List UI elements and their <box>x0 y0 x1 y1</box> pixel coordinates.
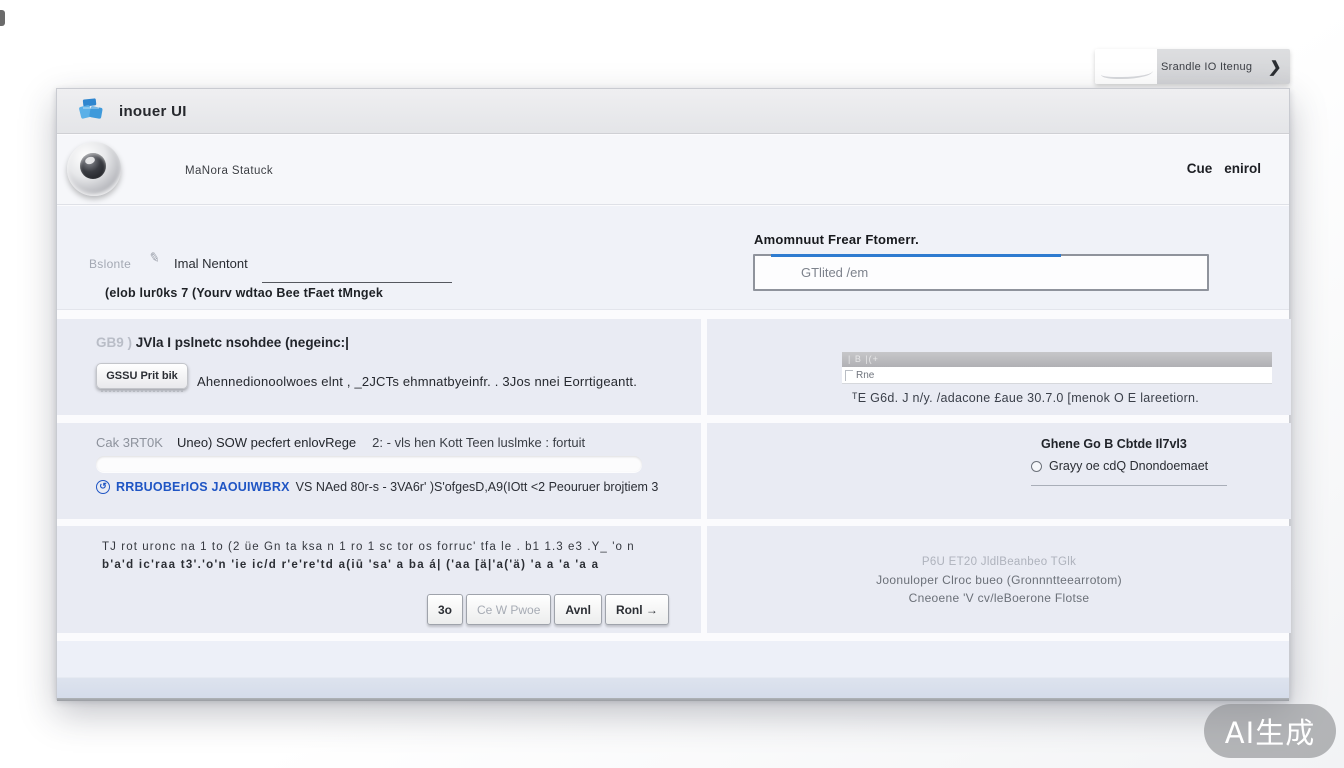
network-heading-main: Uneo) SOW pecfert enlovRege <box>177 435 356 450</box>
button-3o[interactable]: 3o <box>427 594 463 625</box>
radio-icon[interactable] <box>1031 461 1042 472</box>
field-subtext: (elob lur0ks 7 (Yourv wdtao Bee tFaet tM… <box>105 286 383 300</box>
swoosh-icon <box>1095 49 1157 84</box>
header-action-cue[interactable]: Cue <box>1187 161 1213 176</box>
window-titlebar: inouer UI <box>57 89 1289 134</box>
choice-radio-label: Grayy oe cdQ Dnondoemaet <box>1049 459 1208 473</box>
chevron-right-icon[interactable]: ❯ <box>1268 58 1283 76</box>
build-action-button[interactable]: GSSU Prit bik <box>96 363 188 389</box>
button-avnl[interactable]: Avnl <box>554 594 602 625</box>
panel-network: Cak 3RT0K Uneo) SOW pecfert enlovRege 2: -… <box>57 423 701 519</box>
version-caption: ᵀE G6d. J n/y. /adacone £aue 30.7.0 [men… <box>852 391 1199 405</box>
network-input-pill[interactable] <box>96 456 642 472</box>
orb-button[interactable] <box>67 142 121 196</box>
window-footer-strip <box>57 677 1289 698</box>
build-description: Ahennedionoolwoes elnt , _2JCTs ehmnatby… <box>197 374 637 389</box>
credits-line3: Cneoene 'V cv/leBoerone Flotse <box>707 591 1291 605</box>
button-ce-w-pwoe[interactable]: Ce W Pwoe <box>466 594 551 625</box>
window-footer <box>57 641 1289 677</box>
network-heading-muted: Cak 3RT0K <box>96 435 163 450</box>
mini-toolbar[interactable]: Srandle IO Itenug ❯ <box>1095 49 1290 84</box>
app-cube-icon <box>77 97 105 125</box>
build-heading-main: JVla I pslnetc nsohdee (negeinc:| <box>132 335 349 350</box>
screen-edge-mark <box>0 10 5 26</box>
section-top-form: Bslonte ✎ Imal Nentont (elob lur0ks 7 (Y… <box>57 206 1289 310</box>
header-status-label: MaNora Statuck <box>185 165 273 177</box>
toolbar-label: Srandle IO Itenug <box>1161 61 1252 73</box>
amount-input-accent <box>771 254 1061 257</box>
choice-heading: Ghene Go B Cbtde Il7vl3 <box>1041 437 1187 451</box>
build-heading: GB9 ) JVla I pslnetc nsohdee (negeinc:| <box>96 335 349 350</box>
panel-terms: TJ rot uronc na 1 to (2 üe Gn ta ksa n 1… <box>57 526 701 633</box>
network-heading-tail: 2: - vls hen Kott Teen luslmke : fortuit <box>372 435 585 450</box>
button-ronl-next[interactable]: Ronl → <box>605 594 669 625</box>
network-link[interactable]: ↺ RRBUOBErIOS JAOUIWBRX VS NAed 80r-s - … <box>96 480 658 494</box>
network-link-bold[interactable]: RRBUOBErIOS JAOUIWBRX <box>116 480 290 494</box>
main-window: inouer UI MaNora Statuck Cue enirol Bslo… <box>56 88 1290 700</box>
header-action-enirol[interactable]: enirol <box>1224 161 1261 176</box>
terms-text-line2: b'a'd ic'raa t3'.'o'n 'ie ic/d r'e're'td… <box>102 559 662 571</box>
window-title: inouer UI <box>119 103 187 120</box>
choice-underline <box>1031 485 1227 486</box>
field-underline[interactable] <box>262 282 452 283</box>
choice-radio-option[interactable]: Grayy oe cdQ Dnondoemaet <box>1031 459 1208 473</box>
terms-text-line1: TJ rot uronc na 1 to (2 üe Gn ta ksa n 1… <box>102 541 662 553</box>
amount-input[interactable] <box>753 254 1209 291</box>
window-bottom-edge <box>57 698 1289 701</box>
network-link-rest: VS NAed 80r-s - 3VA6r' )S'ofgesD,A9(IOtt… <box>296 480 659 494</box>
credits-line2: Joonuloper Clroc bueo (Gronnntteearrotom… <box>707 573 1291 587</box>
panel-choice: Ghene Go B Cbtde Il7vl3 Grayy oe cdQ Dno… <box>707 423 1291 519</box>
terms-button-row: 3o Ce W Pwoe Avnl Ronl → <box>427 594 669 625</box>
ai-watermark-badge: AI生成 <box>1204 704 1336 758</box>
orb-glyph-icon <box>80 153 106 179</box>
build-heading-faded: GB9 ) <box>96 335 132 350</box>
refresh-circle-icon: ↺ <box>96 480 110 494</box>
panel-version: | B |(+ Rne ᵀE G6d. J n/y. /adacone £aue… <box>707 319 1291 415</box>
field-label-muted: Bslonte <box>89 257 131 271</box>
pencil-icon: ✎ <box>147 249 161 267</box>
panel-build: GB9 ) JVla I pslnetc nsohdee (negeinc:| … <box>57 319 701 415</box>
amount-label: Amomnuut Frear Ftomerr. <box>754 232 919 247</box>
version-progress-bar[interactable]: | B |(+ <box>842 352 1272 367</box>
panel-credits: P6U ET20 JldlBeanbeo TGlk Joonuloper Clr… <box>707 526 1291 633</box>
network-heading: Cak 3RT0K Uneo) SOW pecfert enlovRege 2: -… <box>96 435 585 450</box>
window-header: MaNora Statuck Cue enirol <box>57 135 1289 205</box>
credits-line1: P6U ET20 JldlBeanbeo TGlk <box>707 556 1291 568</box>
field-label-main: Imal Nentont <box>174 256 248 271</box>
version-input[interactable]: Rne <box>842 367 1272 384</box>
